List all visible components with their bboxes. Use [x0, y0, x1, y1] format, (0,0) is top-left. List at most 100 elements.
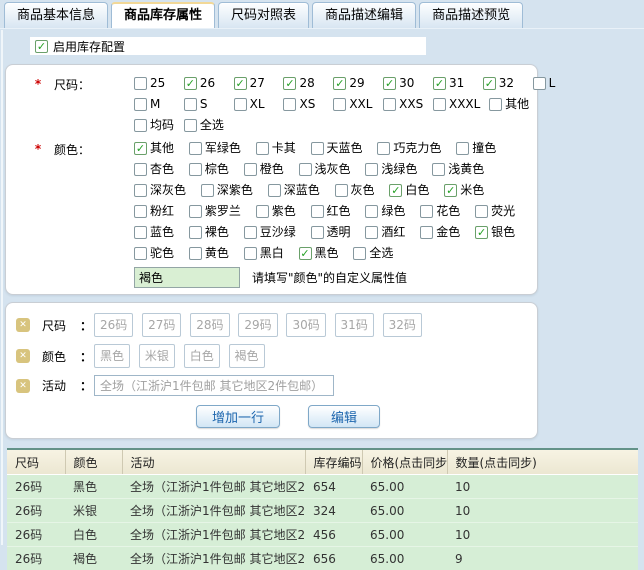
checkbox-option[interactable]: 银色 [475, 222, 515, 243]
checkbox-option[interactable]: 32 [483, 73, 524, 94]
checkbox-option[interactable]: 紫罗兰 [189, 201, 241, 222]
checkbox[interactable] [311, 142, 324, 155]
checkbox-option[interactable]: 蓝色 [134, 222, 174, 243]
checkbox[interactable] [383, 77, 396, 90]
cell-price[interactable]: 65.00 [362, 475, 447, 499]
checkbox-option[interactable]: 黑白 [244, 243, 284, 264]
checkbox[interactable] [234, 77, 247, 90]
remove-activity-icon[interactable]: ✕ [16, 379, 30, 393]
checkbox[interactable] [134, 77, 147, 90]
checkbox-option[interactable]: 绿色 [365, 201, 405, 222]
checkbox-option[interactable]: 棕色 [189, 159, 229, 180]
checkbox-option[interactable]: 金色 [420, 222, 460, 243]
header-price-sync[interactable]: 价格(点击同步) [362, 449, 447, 475]
checkbox[interactable] [134, 119, 147, 132]
checkbox-option[interactable]: 透明 [311, 222, 351, 243]
checkbox[interactable] [189, 142, 202, 155]
checkbox-option[interactable]: 29 [333, 73, 374, 94]
checkbox[interactable] [335, 184, 348, 197]
checkbox[interactable] [389, 184, 402, 197]
checkbox[interactable] [456, 142, 469, 155]
checkbox[interactable] [189, 205, 202, 218]
checkbox[interactable] [244, 163, 257, 176]
remove-color-icon[interactable]: ✕ [16, 349, 30, 363]
cell-qty[interactable]: 9 [447, 547, 638, 570]
checkbox-option[interactable]: XXL [333, 94, 374, 115]
checkbox-option[interactable]: 深蓝色 [268, 180, 320, 201]
checkbox-option[interactable]: 黄色 [189, 243, 229, 264]
remove-size-icon[interactable]: ✕ [16, 318, 30, 332]
checkbox[interactable] [353, 247, 366, 260]
checkbox-option[interactable]: 灰色 [335, 180, 375, 201]
checkbox[interactable] [189, 247, 202, 260]
checkbox[interactable] [134, 247, 147, 260]
checkbox-option[interactable]: 28 [283, 73, 324, 94]
checkbox-option[interactable]: 紫色 [256, 201, 296, 222]
checkbox-option[interactable]: 30 [383, 73, 424, 94]
cell-price[interactable]: 65.00 [362, 499, 447, 523]
checkbox[interactable] [283, 98, 296, 111]
checkbox-option[interactable]: 浅黄色 [432, 159, 484, 180]
checkbox-option[interactable]: 26 [184, 73, 225, 94]
tab-description-edit[interactable]: 商品描述编辑 [312, 2, 416, 28]
checkbox[interactable] [365, 226, 378, 239]
checkbox[interactable] [333, 98, 346, 111]
checkbox-option[interactable]: 红色 [311, 201, 351, 222]
checkbox-option[interactable]: 驼色 [134, 243, 174, 264]
checkbox-option[interactable]: 均码 [134, 115, 175, 136]
checkbox[interactable] [383, 98, 396, 111]
checkbox-option[interactable]: 米色 [444, 180, 484, 201]
tab-description-preview[interactable]: 商品描述预览 [419, 2, 523, 28]
checkbox-option[interactable]: 酒红 [365, 222, 405, 243]
checkbox[interactable] [134, 142, 147, 155]
checkbox[interactable] [299, 163, 312, 176]
checkbox-option[interactable]: 25 [134, 73, 175, 94]
checkbox-option[interactable]: 全选 [184, 115, 225, 136]
checkbox[interactable] [420, 205, 433, 218]
checkbox[interactable] [268, 184, 281, 197]
checkbox-option[interactable]: 荧光 [475, 201, 515, 222]
checkbox[interactable] [299, 247, 312, 260]
checkbox[interactable] [134, 184, 147, 197]
checkbox-option[interactable]: XXS [383, 94, 424, 115]
checkbox-option[interactable]: XL [234, 94, 275, 115]
edit-button[interactable]: 编辑 [308, 405, 380, 428]
checkbox-option[interactable]: 深紫色 [201, 180, 253, 201]
checkbox[interactable] [475, 205, 488, 218]
header-qty-sync[interactable]: 数量(点击同步) [447, 449, 638, 475]
checkbox[interactable] [234, 98, 247, 111]
checkbox[interactable] [244, 226, 257, 239]
checkbox[interactable] [365, 163, 378, 176]
checkbox-option[interactable]: 巧克力色 [377, 138, 441, 159]
tab-product-basic-info[interactable]: 商品基本信息 [4, 2, 108, 28]
checkbox-option[interactable]: 31 [433, 73, 474, 94]
checkbox[interactable] [489, 98, 502, 111]
checkbox[interactable] [134, 205, 147, 218]
checkbox-option[interactable]: 白色 [389, 180, 429, 201]
checkbox-option[interactable]: M [134, 94, 175, 115]
checkbox-option[interactable]: 其他 [489, 94, 530, 115]
checkbox[interactable] [134, 163, 147, 176]
cell-qty[interactable]: 10 [447, 475, 638, 499]
enable-inventory-checkbox[interactable] [35, 40, 48, 53]
checkbox-option[interactable]: 粉红 [134, 201, 174, 222]
checkbox-option[interactable]: 全选 [353, 243, 393, 264]
checkbox[interactable] [134, 98, 147, 111]
checkbox-option[interactable]: 橙色 [244, 159, 284, 180]
checkbox-option[interactable]: 深灰色 [134, 180, 186, 201]
checkbox[interactable] [433, 98, 446, 111]
checkbox-option[interactable]: L [533, 73, 574, 94]
cell-qty[interactable]: 10 [447, 499, 638, 523]
checkbox-option[interactable]: 天蓝色 [311, 138, 363, 159]
tab-inventory-attributes[interactable]: 商品库存属性 [111, 2, 215, 28]
cell-qty[interactable]: 10 [447, 523, 638, 547]
checkbox[interactable] [189, 226, 202, 239]
checkbox[interactable] [244, 247, 257, 260]
checkbox[interactable] [420, 226, 433, 239]
checkbox[interactable] [444, 184, 457, 197]
checkbox-option[interactable]: XXXL [433, 94, 480, 115]
checkbox[interactable] [333, 77, 346, 90]
checkbox-option[interactable]: XS [283, 94, 324, 115]
checkbox-option[interactable]: 27 [234, 73, 275, 94]
custom-color-input[interactable] [134, 267, 240, 288]
